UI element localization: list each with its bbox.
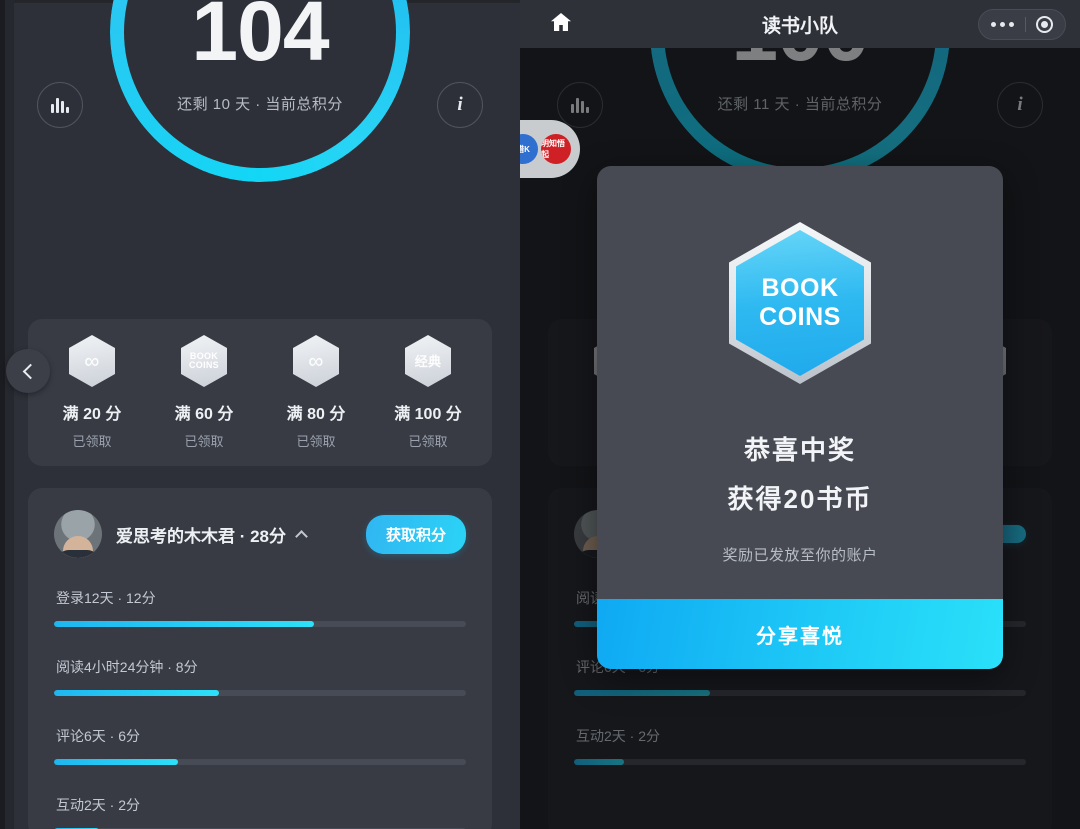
reward-badge[interactable]: ∞ 满 20 分 已领取 <box>36 335 148 450</box>
info-icon: i <box>1017 94 1023 115</box>
reward-subtitle: 奖励已发放至你的账户 <box>722 547 878 564</box>
metric-row: 阅读4小时24分钟 · 8分 <box>54 657 466 696</box>
badge-title: 满 80 分 <box>286 406 346 423</box>
score-ring: 104 还剩 10 天 · 当前总积分 <box>110 0 410 182</box>
metric-fill <box>54 690 219 696</box>
left-phone-screen: 104 还剩 10 天 · 当前总积分 i ∞ 满 20 分 已领取 BOOK … <box>0 0 520 829</box>
badge-glyph-line2: COINS <box>759 303 841 331</box>
metric-label: 登录12天 · 12分 <box>56 590 156 606</box>
reward-badge[interactable]: BOOK COINS 满 60 分 已领取 <box>148 335 260 450</box>
metric-track-bg <box>574 690 1026 696</box>
metric-fill <box>54 759 178 765</box>
right-phone-screen: 100 还剩 11 天 · 当前总积分 i <box>520 0 1080 829</box>
info-button-bg[interactable]: i <box>997 82 1043 128</box>
total-score: 104 <box>191 0 329 78</box>
badge-glyph: 经典 <box>414 353 442 369</box>
metric-label: 阅读4小时24分钟 · 8分 <box>56 659 198 675</box>
badge-state: 已领取 <box>408 434 448 449</box>
score-subtitle: 还剩 10 天 · 当前总积分 <box>177 95 343 113</box>
rewards-card: ∞ 满 20 分 已领取 BOOK COINS 满 60 分 已领取 ∞ 满 8… <box>6 319 492 466</box>
metric-track <box>54 690 466 696</box>
metric-fill-bg <box>574 759 624 765</box>
metric-row-bg: 互动2天 · 2分 <box>574 726 1026 765</box>
brand-logo-red-icon: 明知悟起 <box>541 134 571 164</box>
reward-modal-body: BOOK COINS 恭喜中奖 获得20书币 奖励已发放至你的账户 <box>597 166 1003 599</box>
score-hero: 104 还剩 10 天 · 当前总积分 i <box>0 0 520 300</box>
info-icon: i <box>457 94 463 115</box>
more-dots-icon[interactable] <box>991 22 1014 27</box>
user-name-and-score: 爱思考的木木君 · 28分 <box>116 526 287 546</box>
badge-title: 满 60 分 <box>174 406 234 423</box>
badge-title: 满 100 分 <box>394 406 462 423</box>
floating-logo-pill[interactable]: 猎K 明知悟起 <box>520 120 580 178</box>
hexagon-badge-icon: 经典 <box>405 335 451 387</box>
chevron-left-icon <box>22 363 38 379</box>
book-coins-badge: BOOK COINS <box>729 222 871 384</box>
brand-logo-blue-icon: 猎K <box>520 134 538 164</box>
score-subtitle-bg: 还剩 11 天 · 当前总积分 <box>717 95 883 113</box>
earn-points-button[interactable]: 获取积分 <box>365 514 466 554</box>
info-button[interactable]: i <box>437 82 483 128</box>
badge-glyph-line1: BOOK <box>761 274 839 303</box>
badge-state: 已领取 <box>184 434 224 449</box>
metric-label-bg: 互动2天 · 2分 <box>576 728 661 744</box>
target-icon[interactable] <box>1036 16 1053 33</box>
metric-fill <box>54 621 314 627</box>
screenshot-root: 104 还剩 10 天 · 当前总积分 i ∞ 满 20 分 已领取 BOOK … <box>0 0 1080 829</box>
stats-button-bg[interactable] <box>557 82 603 128</box>
stats-button[interactable] <box>37 82 83 128</box>
user-header-row: 爱思考的木木君 · 28分 获取积分 <box>54 510 466 558</box>
metric-row: 评论6天 · 6分 <box>54 726 466 765</box>
wechat-capsule <box>978 9 1066 40</box>
badge-glyph: ∞ <box>84 349 100 373</box>
reward-badge[interactable]: ∞ 满 80 分 已领取 <box>260 335 372 450</box>
metric-row: 互动2天 · 2分 <box>54 795 466 829</box>
bar-chart-icon <box>571 97 589 113</box>
bar-chart-icon <box>51 97 69 113</box>
reward-title-line2: 获得20书币 <box>727 484 873 514</box>
badge-state: 已领取 <box>296 434 336 449</box>
metric-fill-bg <box>574 690 710 696</box>
reward-badge[interactable]: 经典 满 100 分 已领取 <box>372 335 484 450</box>
share-button[interactable]: 分享喜悦 <box>597 599 1003 669</box>
metric-track <box>54 621 466 627</box>
hexagon-badge-icon: BOOK COINS <box>181 335 227 387</box>
chevron-up-icon[interactable] <box>295 529 308 543</box>
reward-title-line1: 恭喜中奖 <box>743 435 856 465</box>
reward-modal: BOOK COINS 恭喜中奖 获得20书币 奖励已发放至你的账户 分享喜悦 <box>597 166 1003 669</box>
metric-label: 评论6天 · 6分 <box>56 728 141 744</box>
carousel-prev-button[interactable] <box>6 349 50 393</box>
badge-glyph: ∞ <box>308 349 324 373</box>
metric-track-bg <box>574 759 1026 765</box>
metric-row: 登录12天 · 12分 <box>54 588 466 627</box>
rewards-list: ∞ 满 20 分 已领取 BOOK COINS 满 60 分 已领取 ∞ 满 8… <box>28 319 492 466</box>
capsule-divider <box>1025 17 1026 32</box>
badge-glyph-text: BOOK COINS <box>759 274 841 332</box>
metric-label: 互动2天 · 2分 <box>56 797 141 813</box>
metric-track <box>54 759 466 765</box>
badge-title: 满 20 分 <box>62 406 122 423</box>
avatar[interactable] <box>54 510 102 558</box>
hexagon-badge-icon: ∞ <box>69 335 115 387</box>
badge-state: 已领取 <box>72 434 112 449</box>
hexagon-badge-icon: ∞ <box>293 335 339 387</box>
badge-glyph: BOOK COINS <box>188 350 219 370</box>
user-progress-card: 爱思考的木木君 · 28分 获取积分 登录12天 · 12分 阅读4小时24分钟… <box>28 488 492 829</box>
